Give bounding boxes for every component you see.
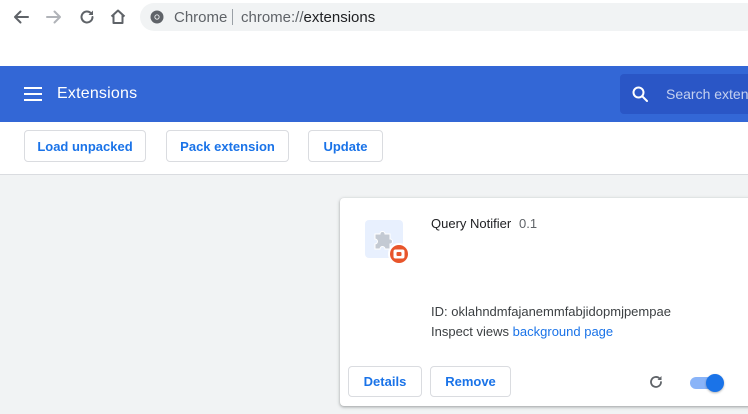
pack-extension-button[interactable]: Pack extension [166, 130, 289, 162]
extension-id-row: ID: oklahndmfajanemmfabjidopmjpempae [431, 304, 671, 319]
extension-name: Query Notifier [431, 216, 512, 231]
hamburger-menu-icon[interactable] [24, 86, 42, 102]
extension-version: 0.1 [519, 216, 538, 231]
extensions-header: Extensions Search extensions [0, 66, 748, 122]
back-arrow-icon [14, 10, 29, 24]
developer-toolbar: Load unpacked Pack extension Update [0, 122, 748, 175]
search-input[interactable]: Search extensions [620, 74, 748, 114]
home-icon [110, 9, 126, 24]
extension-id-label: ID: [431, 304, 448, 319]
reload-extension-icon[interactable] [648, 374, 664, 390]
url-path: extensions [303, 9, 376, 26]
reload-button[interactable] [75, 5, 99, 29]
inspect-views-row: Inspect views background page [431, 324, 613, 339]
back-button[interactable] [9, 5, 33, 29]
error-badge-icon [388, 243, 410, 265]
enable-toggle[interactable] [688, 374, 724, 392]
load-unpacked-button[interactable]: Load unpacked [24, 130, 146, 162]
url-scheme: chrome:// [241, 9, 304, 26]
url-text: chrome://extensions [241, 9, 375, 26]
details-button[interactable]: Details [348, 366, 422, 397]
inspect-views-label: Inspect views [431, 324, 510, 339]
toggle-knob [706, 374, 724, 392]
omnibox-chip: Chrome [174, 9, 228, 26]
extension-id: oklahndmfajanemmfabjidopmjpempae [451, 304, 671, 319]
forward-arrow-icon [46, 10, 61, 24]
forward-button[interactable] [42, 5, 66, 29]
reload-icon [80, 10, 94, 24]
page-title: Extensions [57, 85, 138, 102]
address-bar[interactable]: Chrome chrome://extensions [140, 3, 748, 31]
update-button[interactable]: Update [308, 130, 383, 162]
chrome-logo-icon [150, 10, 164, 24]
omnibox-separator [232, 9, 233, 25]
browser-toolbar: Chrome chrome://extensions [0, 0, 748, 34]
home-button[interactable] [106, 5, 130, 29]
extension-card: Query Notifier 0.1 ID: oklahndmfajanemmf… [340, 198, 748, 406]
search-placeholder: Search extensions [666, 86, 748, 102]
background-page-link[interactable]: background page [513, 324, 613, 339]
bookmark-bar [0, 34, 748, 66]
search-icon [632, 86, 648, 102]
remove-button[interactable]: Remove [430, 366, 511, 397]
